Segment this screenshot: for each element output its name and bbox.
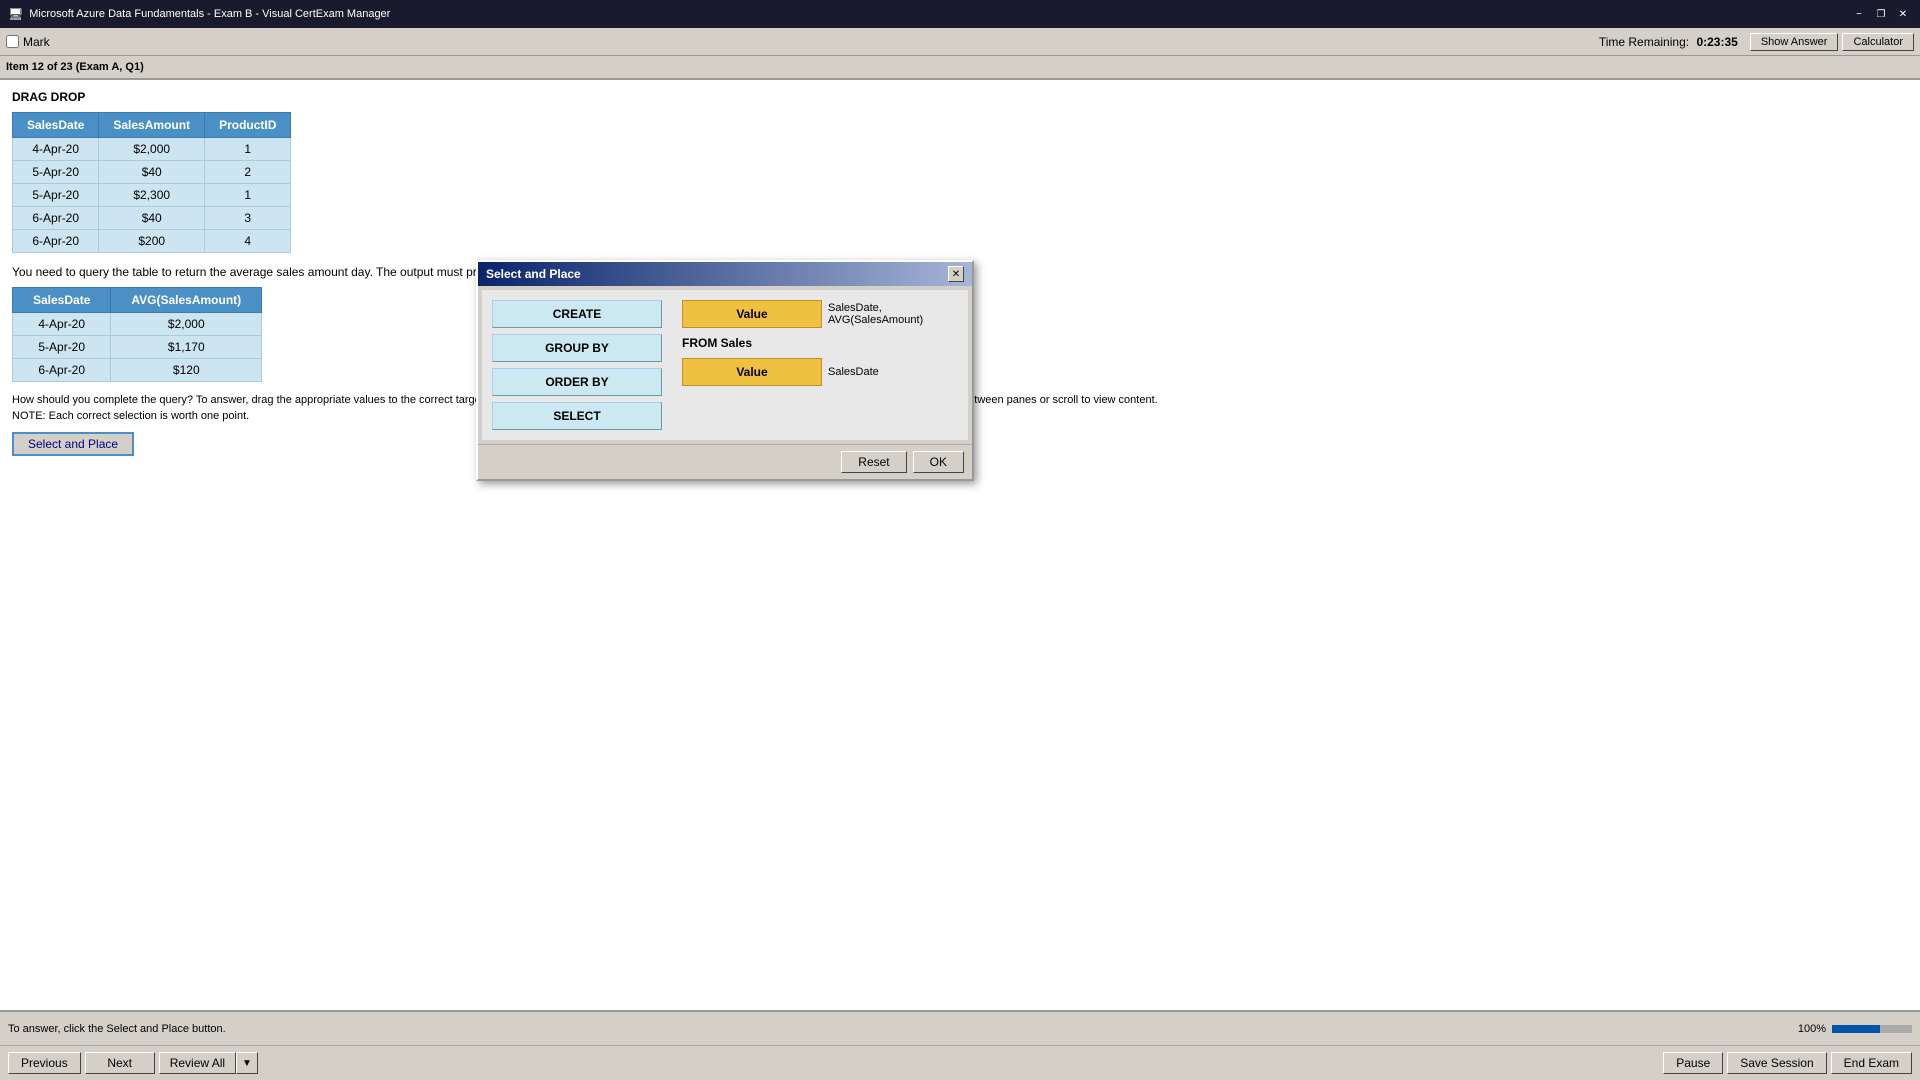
keyword-orderby[interactable]: ORDER BY [492, 368, 662, 396]
table-cell: 4 [205, 230, 291, 253]
result-col-salesdate: SalesDate [13, 288, 111, 313]
value-label-2: SalesDate [828, 366, 879, 378]
table-row: 6-Apr-20$120 [13, 359, 262, 382]
table-row: 4-Apr-20$2,0001 [13, 138, 291, 161]
zoom-level: 100% [1798, 1023, 1826, 1035]
table-cell: 1 [205, 138, 291, 161]
result-col-avg: AVG(SalesAmount) [111, 288, 262, 313]
close-button[interactable]: ✕ [1894, 5, 1912, 23]
table-cell: 4-Apr-20 [13, 138, 99, 161]
nav-right: Pause Save Session End Exam [1663, 1052, 1912, 1074]
item-bar: Item 12 of 23 (Exam A, Q1) [0, 56, 1920, 80]
table-cell: $2,000 [99, 138, 205, 161]
review-all-button[interactable]: Review All [159, 1052, 236, 1074]
previous-button[interactable]: Previous [8, 1052, 81, 1074]
value-box-1[interactable]: Value [682, 300, 822, 328]
keyword-groupby[interactable]: GROUP BY [492, 334, 662, 362]
window-title: 🖥 Microsoft Azure Data Fundamentals - Ex… [8, 7, 390, 21]
value-slot-1: Value SalesDate,AVG(SalesAmount) [682, 300, 958, 328]
status-instruction: To answer, click the Select and Place bu… [8, 1023, 226, 1035]
nav-bar: Previous Next Review All ▼ Pause Save Se… [0, 1045, 1920, 1080]
table-row: 6-Apr-20$2004 [13, 230, 291, 253]
dialog-footer: Reset OK [478, 444, 972, 479]
toolbar-left: Mark [6, 35, 50, 49]
mark-label: Mark [23, 35, 50, 49]
item-info-text: Item 12 of 23 (Exam A, Q1) [6, 61, 144, 73]
table-row: 4-Apr-20$2,000 [13, 313, 262, 336]
dialog-left-panel: CREATE GROUP BY ORDER BY SELECT [492, 300, 672, 430]
table-cell: 6-Apr-20 [13, 230, 99, 253]
table-cell: 3 [205, 207, 291, 230]
table-row: 6-Apr-20$403 [13, 207, 291, 230]
end-exam-button[interactable]: End Exam [1831, 1052, 1912, 1074]
table-row: 5-Apr-20$402 [13, 161, 291, 184]
time-remaining-label: Time Remaining: 0:23:35 [1599, 35, 1738, 49]
zoom-section: 100% [1798, 1023, 1912, 1035]
select-place-dialog: Select and Place ✕ CREATE GROUP BY ORDER… [476, 260, 974, 481]
mark-checkbox[interactable] [6, 35, 19, 48]
value-label-1: SalesDate,AVG(SalesAmount) [828, 302, 923, 326]
select-and-place-button[interactable]: Select and Place [12, 432, 134, 456]
table-cell: $200 [99, 230, 205, 253]
dialog-close-button[interactable]: ✕ [948, 266, 964, 282]
col-header-salesamount: SalesAmount [99, 113, 205, 138]
dialog-title-bar: Select and Place ✕ [478, 262, 972, 286]
window-controls: − ❐ ✕ [1850, 5, 1912, 23]
dialog-right-panel: Value SalesDate,AVG(SalesAmount) FROM Sa… [682, 300, 958, 386]
review-btn-container: Review All ▼ [159, 1052, 258, 1074]
table-row: 5-Apr-20$1,170 [13, 336, 262, 359]
table-cell: $2,000 [111, 313, 262, 336]
table-cell: $120 [111, 359, 262, 382]
result-table: SalesDate AVG(SalesAmount) 4-Apr-20$2,00… [12, 287, 262, 382]
toolbar: Mark Time Remaining: 0:23:35 Show Answer… [0, 28, 1920, 56]
save-session-button[interactable]: Save Session [1727, 1052, 1826, 1074]
table-cell: $2,300 [99, 184, 205, 207]
table-cell: $1,170 [111, 336, 262, 359]
show-answer-button[interactable]: Show Answer [1750, 33, 1839, 51]
next-button[interactable]: Next [85, 1052, 155, 1074]
value-box-2[interactable]: Value [682, 358, 822, 386]
toolbar-buttons: Show Answer Calculator [1750, 33, 1914, 51]
drag-drop-label: DRAG DROP [12, 90, 1908, 104]
dialog-body: CREATE GROUP BY ORDER BY SELECT Value Sa… [482, 290, 968, 440]
keyword-select[interactable]: SELECT [492, 402, 662, 430]
table-cell: 4-Apr-20 [13, 313, 111, 336]
calculator-button[interactable]: Calculator [1842, 33, 1914, 51]
review-dropdown-button[interactable]: ▼ [236, 1052, 258, 1074]
title-bar: 🖥 Microsoft Azure Data Fundamentals - Ex… [0, 0, 1920, 28]
table-cell: 1 [205, 184, 291, 207]
table-cell: 6-Apr-20 [13, 359, 111, 382]
col-header-salesdate: SalesDate [13, 113, 99, 138]
ok-button[interactable]: OK [913, 451, 964, 473]
table-cell: 5-Apr-20 [13, 336, 111, 359]
source-table: SalesDate SalesAmount ProductID 4-Apr-20… [12, 112, 291, 253]
value-slot-2: Value SalesDate [682, 358, 958, 386]
col-header-productid: ProductID [205, 113, 291, 138]
dialog-title-text: Select and Place [486, 267, 581, 281]
table-cell: 5-Apr-20 [13, 161, 99, 184]
minimize-button[interactable]: − [1850, 5, 1868, 23]
table-cell: $40 [99, 161, 205, 184]
status-bar: To answer, click the Select and Place bu… [0, 1010, 1920, 1045]
from-text: FROM Sales [682, 336, 958, 350]
table-row: 5-Apr-20$2,3001 [13, 184, 291, 207]
window-title-text: Microsoft Azure Data Fundamentals - Exam… [29, 8, 390, 20]
table-cell: $40 [99, 207, 205, 230]
restore-button[interactable]: ❐ [1872, 5, 1890, 23]
mark-checkbox-container[interactable]: Mark [6, 35, 50, 49]
keyword-create[interactable]: CREATE [492, 300, 662, 328]
pause-button[interactable]: Pause [1663, 1052, 1723, 1074]
table-cell: 2 [205, 161, 291, 184]
zoom-bar [1832, 1025, 1912, 1033]
nav-left: Previous Next Review All ▼ [8, 1052, 258, 1074]
zoom-bar-fill [1832, 1025, 1880, 1033]
table-cell: 5-Apr-20 [13, 184, 99, 207]
main-content: DRAG DROP SalesDate SalesAmount ProductI… [0, 80, 1920, 1010]
reset-button[interactable]: Reset [841, 451, 906, 473]
table-cell: 6-Apr-20 [13, 207, 99, 230]
